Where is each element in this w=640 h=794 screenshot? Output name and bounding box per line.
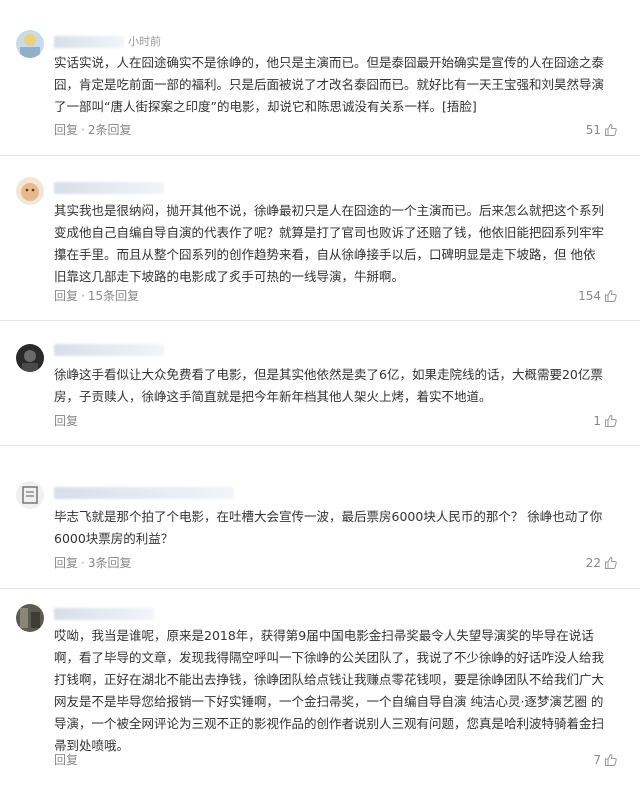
comment-text: 哎呦，我当是谁呢，原来是2018年，获得第9届中国电影金扫帚奖最令人失望导演奖的…: [54, 628, 605, 753]
thumbs-up-icon: [605, 556, 617, 569]
like-button[interactable]: 22: [586, 555, 618, 571]
comment-actions: 回复: [54, 413, 78, 429]
like-button[interactable]: 1: [593, 413, 618, 429]
thumbs-up-icon: [605, 123, 617, 136]
like-button[interactable]: 51: [586, 122, 618, 138]
reply-button[interactable]: 回复: [54, 414, 78, 428]
thumbs-up-icon: [605, 289, 617, 302]
avatar[interactable]: [16, 604, 44, 632]
comment-item: 哎呦，我当是谁呢，原来是2018年，获得第9届中国电影金扫帚奖最令人失望导演奖的…: [0, 590, 640, 794]
comment-actions: 回复: [54, 752, 78, 768]
avatar[interactable]: [16, 30, 44, 58]
like-count: 51: [585, 123, 601, 137]
comment-actions: 回复 · 15条回复: [54, 288, 139, 304]
like-button[interactable]: 7: [593, 752, 618, 768]
reply-button[interactable]: 回复: [54, 123, 78, 137]
like-count: 22: [585, 556, 601, 570]
thumbs-up-icon: [605, 414, 617, 427]
comment-actions: 回复 · 3条回复: [54, 555, 131, 571]
comment-text: 其实我也是很纳闷，抛开其他不说，徐峥最初只是人在囧途的一个主演而已。后来怎么就把…: [54, 203, 605, 284]
like-count: 7: [593, 753, 601, 767]
avatar[interactable]: [16, 481, 44, 509]
comment-feed: 小时前 实话实说，人在囧途确实不是徐峥的，他只是主演而已。但是泰囧最开始确实是宣…: [0, 0, 640, 794]
thumbs-up-icon: [605, 753, 617, 766]
username-blurred[interactable]: [54, 344, 164, 356]
avatar[interactable]: [16, 344, 44, 372]
reply-button[interactable]: 回复: [54, 289, 78, 303]
like-button[interactable]: 154: [578, 288, 618, 304]
view-replies-link[interactable]: 3条回复: [88, 556, 132, 570]
reply-button[interactable]: 回复: [54, 753, 78, 767]
reply-button[interactable]: 回复: [54, 556, 78, 570]
avatar[interactable]: [16, 177, 44, 205]
comment-text: 毕志飞就是那个拍了个电影，在吐槽大会宣传一波，最后票房6000块人民币的那个？ …: [54, 509, 603, 546]
comment-item: 毕志飞就是那个拍了个电影，在吐槽大会宣传一波，最后票房6000块人民币的那个？ …: [0, 447, 640, 589]
comment-item: 小时前 实话实说，人在囧途确实不是徐峥的，他只是主演而已。但是泰囧最开始确实是宣…: [0, 0, 640, 156]
username-blurred[interactable]: [54, 608, 154, 620]
comment-actions: 回复 · 2条回复: [54, 122, 131, 138]
username-blurred[interactable]: [54, 182, 164, 194]
comment-text: 徐峥这手看似让大众免费看了电影，但是其实他依然是卖了6亿，如果走院线的话，大概需…: [54, 367, 603, 404]
comment-text: 实话实说，人在囧途确实不是徐峥的，他只是主演而已。但是泰囧最开始确实是宣传的人在…: [54, 55, 605, 114]
comment-item: 徐峥这手看似让大众免费看了电影，但是其实他依然是卖了6亿，如果走院线的话，大概需…: [0, 322, 640, 446]
separator: ·: [81, 123, 85, 137]
like-count: 154: [578, 289, 601, 303]
comment-item: 其实我也是很纳闷，抛开其他不说，徐峥最初只是人在囧途的一个主演而已。后来怎么就把…: [0, 157, 640, 321]
like-count: 1: [593, 414, 601, 428]
view-replies-link[interactable]: 15条回复: [88, 289, 139, 303]
separator: ·: [81, 556, 85, 570]
username-blurred[interactable]: [54, 487, 234, 499]
view-replies-link[interactable]: 2条回复: [88, 123, 132, 137]
username-blurred[interactable]: [54, 36, 124, 48]
separator: ·: [81, 289, 85, 303]
timestamp: 小时前: [128, 35, 161, 48]
